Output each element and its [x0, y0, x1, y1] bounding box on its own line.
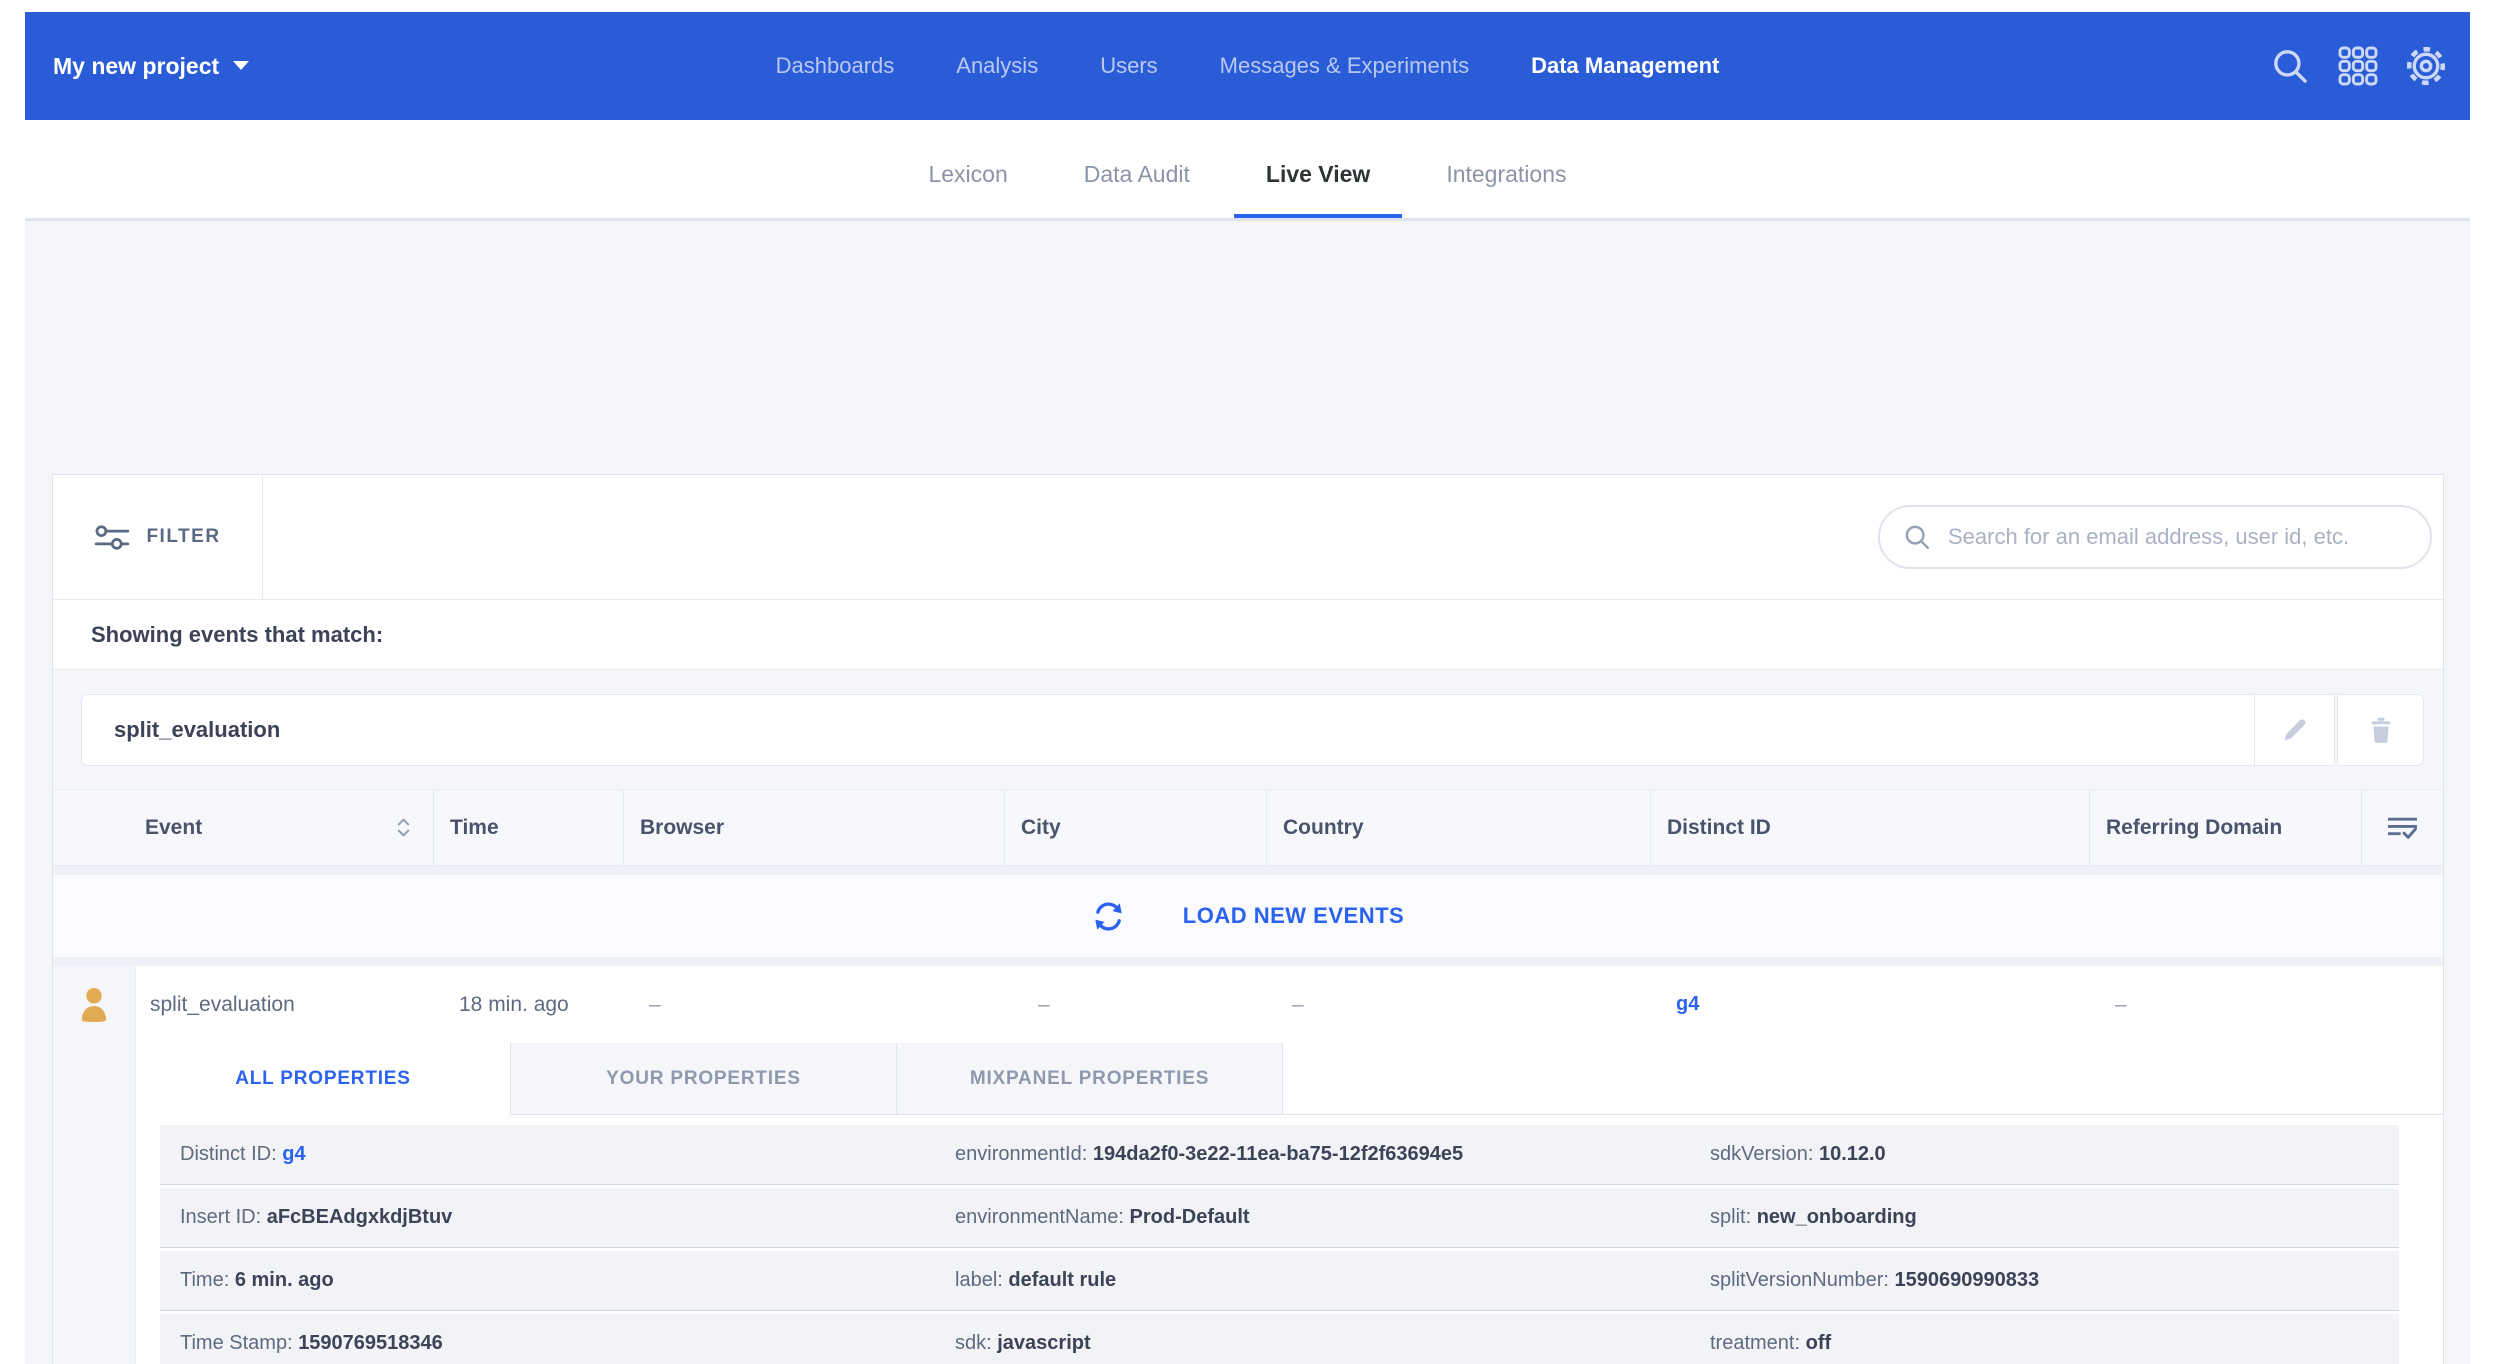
distinct-id-link[interactable]: g4: [1676, 993, 1699, 1016]
gear-icon[interactable]: [2404, 44, 2448, 88]
property-label: split:: [1710, 1206, 1751, 1228]
avatar-cell: [53, 966, 136, 1043]
row-end-spacer: [2362, 966, 2443, 1043]
properties-tabs: ALL PROPERTIES YOUR PROPERTIES MIXPANEL …: [136, 1043, 2443, 1115]
property-value: 6 min. ago: [235, 1269, 334, 1291]
details-gutter: [53, 1043, 136, 1364]
tab-integrations[interactable]: Integrations: [1446, 120, 1566, 228]
property-label: Time Stamp:: [180, 1332, 293, 1354]
property-label: label:: [955, 1269, 1003, 1291]
event-country: –: [1267, 966, 1651, 1043]
page-backdrop: FILTER Showing events that match: split_…: [25, 221, 2470, 1364]
event-row[interactable]: split_evaluation 18 min. ago – – – g4 –: [53, 966, 2443, 1043]
event-referring-domain: –: [2090, 966, 2362, 1043]
nav-item-dashboards[interactable]: Dashboards: [776, 53, 895, 79]
column-options-icon: [2388, 815, 2417, 840]
column-header-event[interactable]: Event: [53, 790, 434, 865]
nav-item-messages-experiments[interactable]: Messages & Experiments: [1220, 53, 1469, 79]
load-new-events-button[interactable]: LOAD NEW EVENTS: [53, 875, 2443, 957]
sort-icon[interactable]: [396, 817, 411, 838]
nav-item-users[interactable]: Users: [1100, 53, 1157, 79]
user-search-box[interactable]: [1878, 505, 2432, 569]
property-value: aFcBEAdgxkdjBtuv: [267, 1206, 453, 1228]
project-name: My new project: [53, 53, 219, 80]
property-label: Distinct ID:: [180, 1143, 277, 1165]
property-value: Prod-Default: [1130, 1206, 1250, 1228]
refresh-icon: [1092, 900, 1125, 933]
property-value: javascript: [997, 1332, 1090, 1354]
tab-all-properties[interactable]: ALL PROPERTIES: [136, 1043, 511, 1115]
event-browser: –: [624, 966, 1005, 1043]
property-value: 1590690990833: [1895, 1269, 2040, 1291]
column-settings-button[interactable]: [2362, 790, 2443, 865]
nav-item-data-management[interactable]: Data Management: [1531, 53, 1719, 79]
chevron-down-icon: [233, 61, 249, 71]
app-frame: My new project Dashboards Analysis Users…: [25, 12, 2470, 1364]
search-icon[interactable]: [2268, 44, 2312, 88]
tab-data-audit[interactable]: Data Audit: [1084, 120, 1190, 228]
properties-list: Distinct ID: g4 environmentId: 194da2f0-…: [136, 1115, 2443, 1364]
property-value: default rule: [1008, 1269, 1116, 1291]
property-row: Time: 6 min. ago label: default rule spl…: [160, 1251, 2399, 1311]
event-filter-section: split_evaluation: [53, 670, 2443, 790]
top-navigation-bar: My new project Dashboards Analysis Users…: [25, 12, 2470, 120]
property-label: treatment:: [1710, 1332, 1800, 1354]
property-value: new_onboarding: [1757, 1206, 1917, 1228]
apps-grid-icon[interactable]: [2336, 44, 2380, 88]
property-label: sdk:: [955, 1332, 992, 1354]
column-header-country[interactable]: Country: [1267, 790, 1651, 865]
event-details-panel: ALL PROPERTIES YOUR PROPERTIES MIXPANEL …: [53, 1043, 2443, 1364]
edit-filter-button[interactable]: [2255, 694, 2335, 766]
event-name: split_evaluation: [136, 966, 434, 1043]
property-value-distinct-id[interactable]: g4: [282, 1143, 305, 1165]
property-label: splitVersionNumber:: [1710, 1269, 1889, 1291]
delete-filter-button[interactable]: [2337, 694, 2424, 766]
events-table-header: Event Time Browser City Country Distinct…: [53, 790, 2443, 866]
column-header-referring-domain[interactable]: Referring Domain: [2090, 790, 2362, 865]
row-separator: [53, 957, 2443, 966]
live-view-panel: FILTER Showing events that match: split_…: [52, 474, 2444, 1364]
column-header-distinct-id[interactable]: Distinct ID: [1651, 790, 2090, 865]
property-value: 10.12.0: [1819, 1143, 1886, 1165]
property-row: Distinct ID: g4 environmentId: 194da2f0-…: [160, 1125, 2399, 1185]
details-body: ALL PROPERTIES YOUR PROPERTIES MIXPANEL …: [136, 1043, 2443, 1364]
project-switcher[interactable]: My new project: [53, 53, 249, 80]
row-separator: [53, 866, 2443, 875]
property-label: environmentName:: [955, 1206, 1124, 1228]
tab-lexicon[interactable]: Lexicon: [928, 120, 1007, 228]
property-value: off: [1806, 1332, 1832, 1354]
column-header-browser[interactable]: Browser: [624, 790, 1005, 865]
property-value: 194da2f0-3e22-11ea-ba75-12f2f63694e5: [1093, 1143, 1463, 1165]
trash-icon: [2367, 716, 2395, 744]
tab-mixpanel-properties[interactable]: MIXPANEL PROPERTIES: [897, 1043, 1283, 1114]
event-query-box[interactable]: split_evaluation: [81, 694, 2255, 766]
property-value: 1590769518346: [298, 1332, 443, 1354]
filter-button-label: FILTER: [146, 526, 220, 548]
topbar-icon-group: [2268, 44, 2448, 88]
property-row: Time Stamp: 1590769518346 sdk: javascrip…: [160, 1314, 2399, 1364]
person-icon: [79, 987, 109, 1022]
property-label: environmentId:: [955, 1143, 1087, 1165]
property-row: Insert ID: aFcBEAdgxkdjBtuv environmentN…: [160, 1188, 2399, 1248]
column-header-city[interactable]: City: [1005, 790, 1267, 865]
data-management-tabs: Lexicon Data Audit Live View Integration…: [25, 120, 2470, 228]
showing-events-heading: Showing events that match:: [53, 600, 2443, 670]
property-label: Time:: [180, 1269, 229, 1291]
property-label: sdkVersion:: [1710, 1143, 1813, 1165]
filter-sliders-icon: [94, 524, 130, 551]
property-label: Insert ID:: [180, 1206, 261, 1228]
tab-your-properties[interactable]: YOUR PROPERTIES: [511, 1043, 897, 1114]
event-time: 18 min. ago: [434, 966, 624, 1043]
pencil-icon: [2281, 716, 2309, 744]
main-nav: Dashboards Analysis Users Messages & Exp…: [776, 53, 1720, 79]
filter-button[interactable]: FILTER: [53, 475, 263, 599]
filter-toolbar: FILTER: [53, 475, 2443, 600]
nav-item-analysis[interactable]: Analysis: [956, 53, 1038, 79]
event-city: –: [1005, 966, 1267, 1043]
search-icon: [1902, 522, 1932, 552]
load-new-events-label: LOAD NEW EVENTS: [1183, 903, 1404, 929]
column-header-time[interactable]: Time: [434, 790, 624, 865]
tab-live-view[interactable]: Live View: [1266, 120, 1370, 228]
search-input[interactable]: [1948, 524, 2408, 550]
